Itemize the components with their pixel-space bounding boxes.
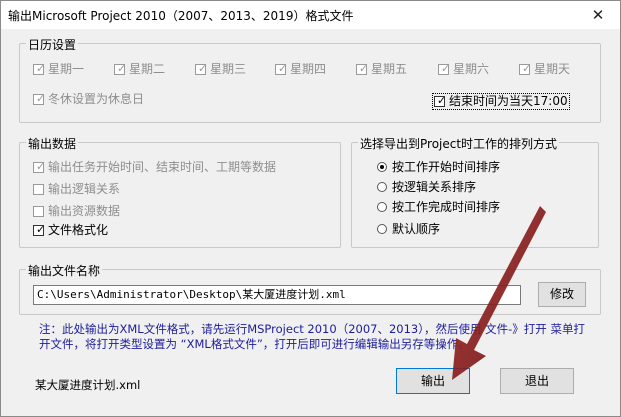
modify-button[interactable]: 修改	[538, 282, 586, 307]
checkbox-output-task-times[interactable]: ✓ 输出任务开始时间、结束时间、工期等数据	[33, 160, 276, 175]
checkbox-monday[interactable]: ✓ 星期一	[33, 62, 84, 77]
checkbox-tuesday[interactable]: ✓ 星期二	[114, 62, 165, 77]
title-bar: 输出Microsoft Project 2010（2007、2013、2019）…	[1, 1, 620, 29]
radio-sort-start-time[interactable]: 按工作开始时间排序	[377, 160, 500, 175]
output-data-legend: 输出数据	[26, 135, 79, 152]
check-icon: ✓	[36, 160, 46, 173]
radio-circle	[377, 182, 387, 192]
checkbox-end-time[interactable]: ✓ 结束时间为当天17:00	[432, 93, 570, 110]
checkbox-box	[33, 184, 44, 195]
check-icon: ✓	[522, 62, 532, 75]
checkbox-box: ✓	[195, 62, 208, 75]
checkbox-box: ✓	[33, 160, 46, 173]
check-icon: ✓	[437, 94, 447, 107]
close-button[interactable]: ✕	[580, 3, 616, 27]
checkbox-wednesday[interactable]: ✓ 星期三	[195, 62, 246, 77]
checkbox-sunday[interactable]: ✓ 星期天	[519, 62, 570, 77]
radio-circle	[377, 224, 387, 234]
checkbox-box: ✓	[114, 62, 127, 75]
radio-sort-finish-time[interactable]: 按工作完成时间排序	[377, 200, 500, 215]
checkbox-box: ✓	[33, 92, 46, 105]
check-icon: ✓	[117, 62, 127, 75]
checkbox-box: ✓	[519, 62, 532, 75]
checkbox-saturday[interactable]: ✓ 星期六	[438, 62, 489, 77]
checkbox-output-resources[interactable]: 输出资源数据	[33, 204, 120, 219]
checkbox-box: ✓	[438, 62, 451, 75]
checkbox-friday[interactable]: ✓ 星期五	[356, 62, 407, 77]
check-icon: ✓	[36, 92, 46, 105]
checkbox-thursday[interactable]: ✓ 星期四	[275, 62, 326, 77]
calendar-settings-group: 日历设置	[19, 36, 601, 123]
file-path-field[interactable]: C:\Users\Administrator\Desktop\某大厦进度计划.x…	[33, 285, 521, 305]
checkbox-box: ✓	[33, 223, 46, 236]
close-icon: ✕	[591, 6, 605, 24]
check-icon: ✓	[36, 62, 46, 75]
checkbox-box: ✓	[33, 62, 46, 75]
output-button[interactable]: 输出	[396, 368, 470, 394]
sort-order-legend: 选择导出到Project时工作的排列方式	[358, 135, 560, 152]
checkbox-file-format[interactable]: ✓ 文件格式化	[33, 223, 108, 238]
check-icon: ✓	[359, 62, 369, 75]
radio-sort-default[interactable]: 默认顺序	[377, 222, 440, 237]
check-icon: ✓	[198, 62, 208, 75]
check-icon: ✓	[36, 223, 46, 236]
checkbox-box	[33, 206, 44, 217]
window-title: 输出Microsoft Project 2010（2007、2013、2019）…	[8, 9, 354, 23]
radio-circle	[377, 202, 387, 212]
check-icon: ✓	[278, 62, 288, 75]
checkbox-box: ✓	[434, 94, 447, 107]
checkbox-box: ✓	[356, 62, 369, 75]
radio-sort-logic[interactable]: 按逻辑关系排序	[377, 180, 476, 195]
checkbox-winter-holiday[interactable]: ✓ 冬休设置为休息日	[33, 92, 144, 107]
calendar-settings-legend: 日历设置	[26, 36, 79, 53]
output-filename-legend: 输出文件名称	[26, 262, 103, 279]
checkbox-box: ✓	[275, 62, 288, 75]
checkbox-output-logic[interactable]: 输出逻辑关系	[33, 182, 120, 197]
exit-button[interactable]: 退出	[500, 368, 574, 394]
instruction-note: 注：此处输出为XML文件格式，请先运行MSProject 2010（2007、2…	[39, 322, 585, 351]
export-dialog: 输出Microsoft Project 2010（2007、2013、2019）…	[0, 0, 621, 417]
radio-circle	[377, 162, 387, 172]
output-file-name-label: 某大厦进度计划.xml	[35, 378, 141, 392]
radio-dot-icon	[380, 165, 384, 169]
check-icon: ✓	[441, 62, 451, 75]
